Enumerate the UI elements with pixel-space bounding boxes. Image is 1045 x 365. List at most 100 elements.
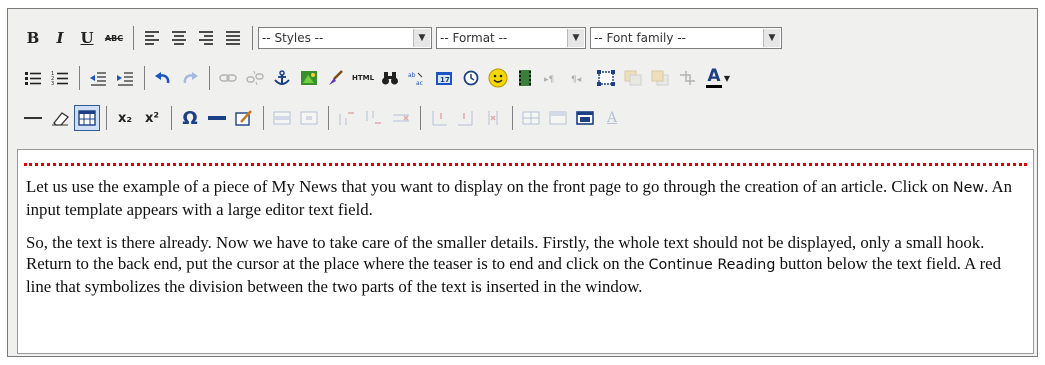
chevron-down-icon[interactable]: ▼	[763, 29, 780, 47]
bold-button[interactable]: B	[20, 25, 46, 51]
format-select[interactable]: -- Format -- ▼	[436, 27, 586, 49]
calendar-icon: 17	[436, 72, 452, 85]
redo-button[interactable]	[177, 65, 203, 91]
strikethrough-button[interactable]: ABC	[101, 25, 127, 51]
link-button[interactable]	[215, 65, 241, 91]
split-cells-button[interactable]	[518, 105, 544, 131]
separator	[133, 26, 134, 50]
superscript-icon: x²	[144, 110, 160, 126]
svg-text:▸¶: ▸¶	[544, 75, 554, 85]
absolute-icon	[680, 71, 695, 85]
paragraph: Let us use the example of a piece of My …	[26, 176, 1029, 220]
font-color-button[interactable]: A ▼	[701, 65, 735, 91]
chevron-down-icon[interactable]: ▼	[567, 29, 584, 47]
insert-time-button[interactable]	[458, 65, 484, 91]
smiley-icon	[488, 68, 508, 88]
replace-button[interactable]: ab ac	[404, 65, 430, 91]
search-button[interactable]	[377, 65, 403, 91]
right-to-left-icon: ¶◂	[571, 75, 582, 85]
font-family-select[interactable]: -- Font family -- ▼	[590, 27, 782, 49]
insert-row-before-button[interactable]	[334, 105, 360, 131]
insert-layer-button[interactable]	[593, 65, 619, 91]
row-before-icon	[339, 112, 354, 125]
table-row-icon	[273, 111, 291, 125]
align-justify-button[interactable]	[220, 25, 246, 51]
table-cell-icon	[300, 111, 318, 125]
indent-button[interactable]	[112, 65, 138, 91]
undo-button[interactable]	[150, 65, 176, 91]
image-icon	[301, 71, 317, 85]
chevron-down-icon[interactable]: ▼	[413, 29, 430, 47]
unlink-button[interactable]	[242, 65, 268, 91]
merge-cells-icon	[549, 111, 567, 125]
split-cells-icon	[522, 111, 540, 125]
edit-form-icon	[235, 110, 252, 126]
col-after-icon	[458, 111, 473, 126]
editor-text[interactable]: Let us use the example of a piece of My …	[26, 176, 1029, 309]
move-forward-button[interactable]	[620, 65, 646, 91]
table-cell-props-button[interactable]	[296, 105, 322, 131]
clock-icon	[463, 70, 479, 86]
merge-cells-button[interactable]	[545, 105, 571, 131]
special-char-button[interactable]: Ω	[177, 105, 203, 131]
ui-label-new: New	[952, 180, 985, 196]
align-right-button[interactable]	[193, 25, 219, 51]
delete-col-icon	[488, 111, 498, 125]
visual-aid-button[interactable]	[74, 105, 100, 131]
align-center-button[interactable]	[166, 25, 192, 51]
outdent-button[interactable]	[85, 65, 111, 91]
separator	[328, 106, 329, 130]
separator	[420, 106, 421, 130]
font-family-select-value: -- Font family --	[594, 31, 686, 45]
emotions-button[interactable]	[485, 65, 511, 91]
media-film-icon	[519, 70, 531, 86]
editor-content-area[interactable]: Let us use the example of a piece of My …	[17, 149, 1034, 354]
insert-hr-icon	[208, 116, 226, 120]
indent-icon	[117, 72, 133, 86]
edit-attributes-button[interactable]	[231, 105, 257, 131]
superscript-button[interactable]: x²	[139, 105, 165, 131]
insert-image-button[interactable]	[296, 65, 322, 91]
chevron-down-icon[interactable]: ▼	[724, 74, 730, 83]
horizontal-rule-icon	[24, 117, 42, 119]
insert-col-before-button[interactable]	[426, 105, 452, 131]
subscript-icon: x₂	[117, 110, 133, 126]
styles-select[interactable]: -- Styles -- ▼	[258, 27, 432, 49]
ordered-list-button[interactable]: 123	[47, 65, 73, 91]
insert-row-after-button[interactable]	[361, 105, 387, 131]
unordered-list-button[interactable]	[20, 65, 46, 91]
absolute-position-button[interactable]	[674, 65, 700, 91]
style-props-button[interactable]: A	[599, 105, 625, 131]
separator	[263, 106, 264, 130]
outdent-icon	[90, 72, 106, 86]
delete-col-button[interactable]	[480, 105, 506, 131]
ltr-button[interactable]: ▸¶	[539, 65, 565, 91]
rtl-button[interactable]: ¶◂	[566, 65, 592, 91]
ui-label-continue-reading: Continue Reading	[648, 257, 776, 273]
svg-text:ac: ac	[416, 80, 423, 86]
insert-date-button[interactable]: 17	[431, 65, 457, 91]
link-icon	[219, 74, 237, 82]
align-left-button[interactable]	[139, 25, 165, 51]
toolbar-row-2: 123 HTML ab ac 17 ▸¶ ¶◂ A ▼	[20, 63, 736, 93]
separator	[144, 66, 145, 90]
move-backward-icon	[651, 70, 669, 86]
subscript-button[interactable]: x₂	[112, 105, 138, 131]
remove-format-button[interactable]	[47, 105, 73, 131]
move-forward-icon	[624, 70, 642, 86]
cleanup-button[interactable]	[323, 65, 349, 91]
delete-row-icon	[393, 114, 409, 122]
move-backward-button[interactable]	[647, 65, 673, 91]
table-row-props-button[interactable]	[269, 105, 295, 131]
italic-button[interactable]: I	[47, 25, 73, 51]
toolbar-row-1: B I U ABC -- Styles -- ▼ -- Format -- ▼ …	[20, 23, 786, 53]
underline-button[interactable]: U	[74, 25, 100, 51]
horizontal-rule-button[interactable]	[20, 105, 46, 131]
table-button[interactable]	[572, 105, 598, 131]
html-source-button[interactable]: HTML	[350, 65, 376, 91]
insert-col-after-button[interactable]	[453, 105, 479, 131]
anchor-button[interactable]	[269, 65, 295, 91]
insert-hr-button[interactable]	[204, 105, 230, 131]
insert-media-button[interactable]	[512, 65, 538, 91]
delete-row-button[interactable]	[388, 105, 414, 131]
